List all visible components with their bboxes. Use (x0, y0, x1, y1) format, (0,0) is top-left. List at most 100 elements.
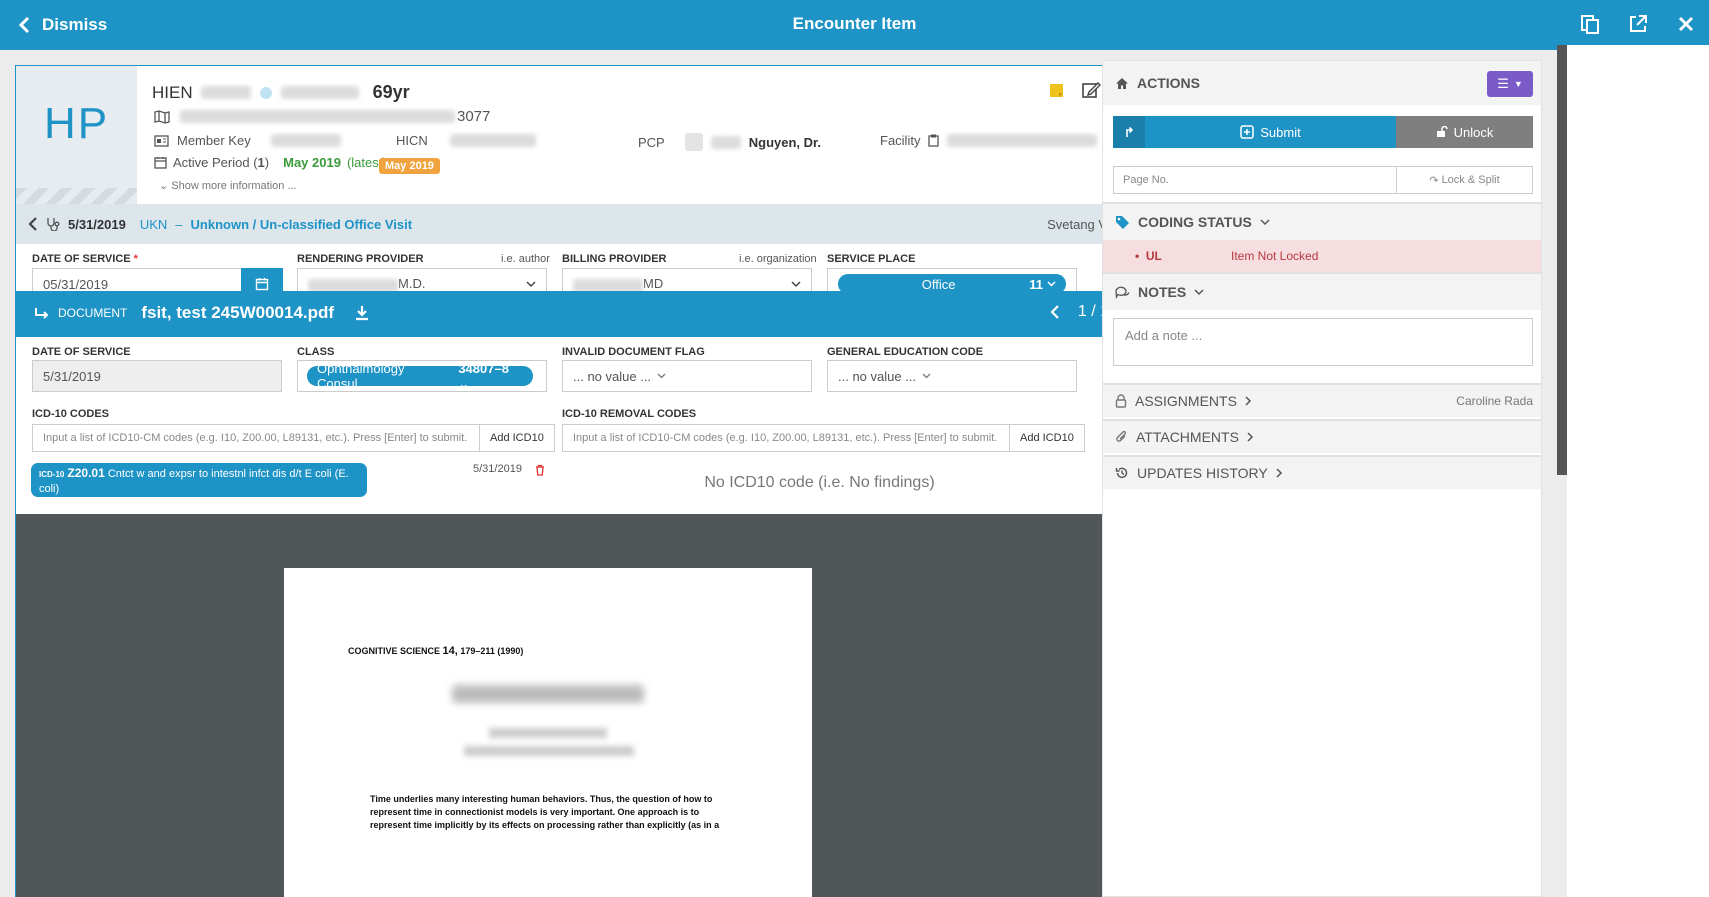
assignments-header[interactable]: ASSIGNMENTS Caroline Rada (1103, 383, 1541, 417)
unlock-button[interactable]: Unlock (1396, 116, 1533, 148)
patient-name-prefix: HIEN (152, 82, 193, 102)
page-number-input[interactable]: Page No. (1113, 166, 1397, 194)
assignee-name: Caroline Rada (1456, 394, 1533, 408)
patient-name: HIEN 69yr (152, 82, 410, 103)
class-label: CLASS (297, 346, 335, 358)
gen-edu-select[interactable]: ... no value ... (827, 360, 1077, 392)
clipboard-small-icon (928, 134, 940, 147)
top-bar: Dismiss Encounter Item (0, 0, 1709, 50)
hicn-field: HICN (396, 133, 536, 148)
service-place-label: SERVICE PLACE (827, 253, 916, 265)
pcp-name: Nguyen, Dr. (748, 134, 821, 150)
chevron-down-icon (1194, 288, 1204, 296)
sticky-note-icon[interactable] (1047, 80, 1067, 100)
icd-removal-input[interactable]: Input a list of ICD10-CM codes (e.g. I10… (562, 424, 1010, 452)
chevron-down-icon (922, 373, 931, 379)
edit-icon[interactable] (1081, 80, 1101, 100)
external-link-icon[interactable] (1627, 13, 1649, 35)
map-icon (154, 109, 170, 124)
attachments-header[interactable]: ATTACHMENTS (1103, 419, 1541, 453)
actions-header: ACTIONS ☰ ▼ (1103, 61, 1541, 105)
active-period: Active Period (1) May 2019 (latest) (154, 155, 387, 170)
facility-field: Facility (880, 133, 1098, 148)
patient-age: 69yr (372, 82, 410, 102)
pcp-field: PCP Nguyen, Dr. (638, 133, 821, 151)
actions-panel: ACTIONS ☰ ▼ Submit Unlock Page No. ↷ Loc… (1102, 60, 1542, 897)
updates-history-header[interactable]: UPDATES HISTORY (1103, 455, 1541, 489)
chevron-down-icon: ▼ (1513, 79, 1523, 89)
icd-input[interactable]: Input a list of ICD10-CM codes (e.g. I10… (32, 424, 480, 452)
billing-provider-label: BILLING PROVIDER (562, 253, 667, 265)
chevron-down-icon (1260, 218, 1270, 226)
add-icd-removal-button[interactable]: Add ICD10 (1009, 424, 1085, 452)
encounter-type-link[interactable]: Unknown / Un-classified Office Visit (191, 217, 413, 232)
menu-icon: ☰ (1497, 76, 1509, 91)
close-icon[interactable] (1675, 13, 1697, 35)
patient-address: 3077 (154, 108, 490, 125)
lock-split-icon: ↷ (1429, 174, 1439, 187)
actions-menu-button[interactable]: ☰ ▼ (1487, 71, 1533, 97)
chevron-down-icon (791, 280, 801, 288)
download-icon[interactable] (354, 305, 370, 321)
page-scrollbar[interactable] (1557, 45, 1567, 475)
home-icon (1115, 77, 1129, 90)
chevron-down-icon (526, 280, 536, 288)
chevron-right-icon (1245, 396, 1252, 406)
share-arrow-icon (34, 307, 50, 320)
chevron-double-down-icon: ⌄ (159, 180, 172, 192)
calendar-icon (255, 277, 269, 291)
stethoscope-icon (46, 217, 60, 231)
class-select[interactable]: Ophthalmology Consul... 34807–8 ⌄ (297, 360, 547, 392)
doc-dos-label: DATE OF SERVICE (32, 346, 131, 358)
dos-label: DATE OF SERVICE * (32, 253, 138, 265)
chevron-down-icon (1047, 281, 1056, 287)
pcp-avatar (684, 133, 703, 151)
pdf-abstract: Time underlies many interesting human be… (370, 794, 720, 830)
user-icon (1115, 394, 1127, 408)
coding-status-header[interactable]: CODING STATUS (1103, 202, 1541, 240)
chevron-left-icon[interactable] (28, 217, 38, 231)
clipboard-icon[interactable] (1579, 13, 1601, 35)
show-more-link[interactable]: ⌄ Show more information ... (159, 179, 297, 192)
calendar-icon (154, 156, 167, 169)
invalid-flag-label: INVALID DOCUMENT FLAG (562, 346, 705, 358)
plus-square-icon (1240, 125, 1255, 139)
prev-page-icon[interactable] (1050, 304, 1060, 320)
encounter-bar: 5/31/2019 UKN – Unknown / Un-classified … (16, 204, 1191, 244)
chevron-right-icon (1247, 432, 1254, 442)
gen-edu-label: GENERAL EDUCATION CODE (827, 346, 984, 358)
invalid-flag-select[interactable]: ... no value ... (562, 360, 812, 392)
tag-icon (1115, 215, 1130, 229)
comments-icon (1115, 286, 1130, 299)
chevron-down-icon: ⌄ (458, 375, 470, 391)
encounter-card: HP HIEN 69yr 3077 Member Key HICN PCP Ng… (15, 65, 1192, 897)
pdf-viewer[interactable]: COGNITIVE SCIENCE 14, 179–211 (1990) Tim… (16, 514, 1191, 897)
document-bar: DOCUMENT fsit, test 245W00014.pdf 1 / 1 (16, 291, 1191, 337)
arrow-up-icon (1124, 126, 1134, 138)
status-code: • UL (1135, 249, 1162, 263)
rendering-provider-label: RENDERING PROVIDER (297, 253, 424, 265)
chevron-down-icon (657, 373, 666, 379)
doc-dos-input[interactable]: 5/31/2019 (32, 360, 282, 392)
icd-code-tag[interactable]: ICD-10 Z20.01 Cntct w and expsr to intes… (31, 463, 367, 497)
document-label: DOCUMENT (58, 306, 128, 320)
submit-option-button[interactable] (1113, 116, 1145, 148)
icd-label: ICD-10 CODES (32, 408, 110, 420)
paperclip-icon (1115, 430, 1128, 444)
lock-split-button[interactable]: ↷ Lock & Split (1397, 166, 1533, 194)
no-icd-message: No ICD10 code (i.e. No findings) (704, 474, 935, 491)
note-input[interactable]: Add a note ... (1113, 318, 1533, 366)
member-key-field: Member Key (154, 133, 341, 148)
encounter-code: UKN (139, 216, 168, 232)
notes-header[interactable]: NOTES (1103, 272, 1541, 310)
submit-button[interactable]: Submit (1145, 116, 1396, 148)
active-period-value: May 2019 (283, 155, 341, 170)
trash-icon[interactable] (535, 464, 545, 476)
add-icd-button[interactable]: Add ICD10 (479, 424, 555, 452)
encounter-date: 5/31/2019 (68, 216, 126, 232)
status-text: Item Not Locked (1231, 249, 1319, 263)
page-title: Encounter Item (792, 14, 917, 33)
verified-icon (259, 86, 273, 100)
avatar: HP (16, 66, 137, 204)
avatar-initials: HP (43, 99, 110, 148)
